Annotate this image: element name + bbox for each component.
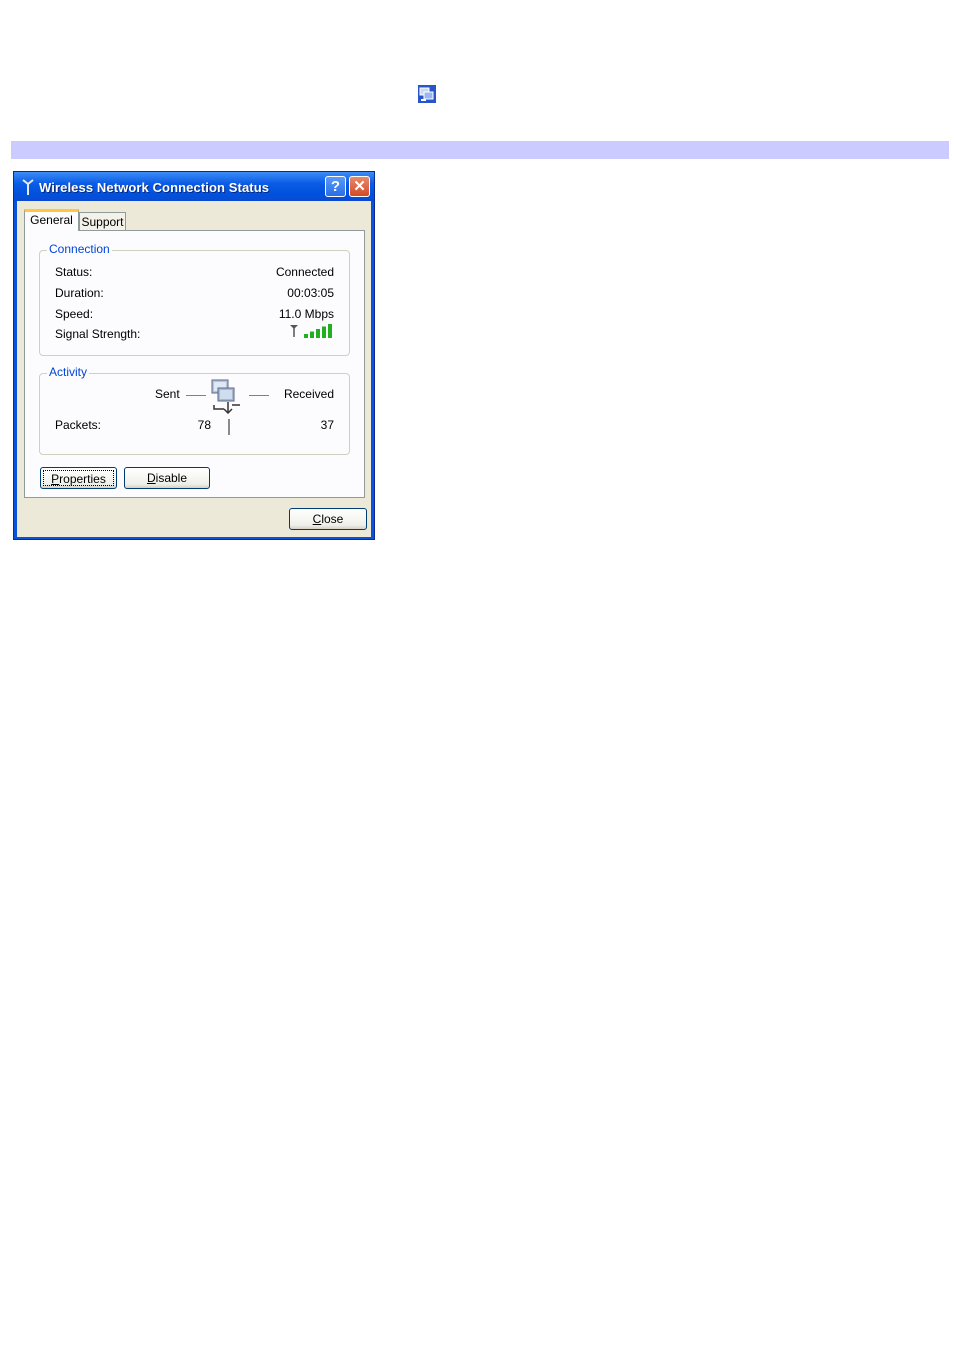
disable-label: isable bbox=[155, 471, 188, 485]
properties-button[interactable]: Properties bbox=[40, 467, 117, 489]
duration-label: Duration: bbox=[55, 286, 104, 300]
properties-focus-rect: Properties bbox=[43, 470, 114, 486]
sent-label: Sent bbox=[155, 387, 180, 401]
close-icon: ✕ bbox=[353, 178, 366, 195]
help-button[interactable]: ? bbox=[325, 176, 346, 197]
status-label: Status: bbox=[55, 265, 93, 279]
signal-bar bbox=[304, 334, 308, 338]
close-label: lose bbox=[321, 512, 344, 526]
general-panel: Connection Status: Connected Duration: 0… bbox=[24, 230, 365, 498]
packets-sent-value: 78 bbox=[197, 418, 211, 432]
connection-group-title: Connection bbox=[47, 242, 112, 256]
status-value: Connected bbox=[275, 265, 334, 279]
speed-label: Speed: bbox=[55, 307, 94, 321]
antenna-icon bbox=[22, 179, 34, 195]
packets-received-value: 37 bbox=[320, 418, 334, 432]
received-line bbox=[249, 395, 269, 396]
speed-value: 11.0 Mbps bbox=[278, 307, 334, 321]
signal-bar bbox=[316, 329, 320, 338]
tab-support[interactable]: Support bbox=[79, 212, 126, 231]
signal-bar bbox=[328, 324, 332, 338]
status-dialog: Wireless Network Connection Status ? ✕ G… bbox=[13, 171, 375, 540]
disable-button[interactable]: Disable bbox=[124, 467, 210, 489]
duration-value: 00:03:05 bbox=[287, 286, 334, 300]
signal-bar bbox=[310, 331, 314, 338]
properties-mnemonic: P bbox=[51, 472, 60, 486]
window-title: Wireless Network Connection Status bbox=[39, 180, 270, 195]
properties-label: roperties bbox=[59, 472, 106, 486]
network-computers-icon bbox=[211, 379, 240, 414]
title-bar[interactable]: Wireless Network Connection Status ? ✕ bbox=[14, 172, 374, 201]
signal-strength-icon bbox=[290, 324, 332, 338]
disable-mnemonic: D bbox=[146, 471, 156, 485]
sent-line bbox=[186, 395, 206, 396]
signal-bar bbox=[322, 326, 326, 338]
received-label: Received bbox=[283, 387, 334, 401]
header-band bbox=[11, 141, 949, 159]
activity-group-title: Activity bbox=[47, 365, 90, 379]
close-window-button[interactable]: ✕ bbox=[349, 176, 370, 197]
dialog-client: General Support Connection Status: Conne… bbox=[17, 201, 371, 537]
close-button[interactable]: Close bbox=[289, 508, 367, 530]
network-tray-icon[interactable] bbox=[418, 85, 436, 103]
signal-strength-label: Signal Strength: bbox=[55, 327, 141, 341]
activity-divider bbox=[228, 419, 230, 435]
tab-general[interactable]: General bbox=[24, 209, 79, 231]
activity-group: Activity Sent Received Packets: 78 37 bbox=[39, 365, 350, 455]
packets-label: Packets: bbox=[55, 418, 102, 432]
connection-group: Connection Status: Connected Duration: 0… bbox=[39, 242, 350, 356]
